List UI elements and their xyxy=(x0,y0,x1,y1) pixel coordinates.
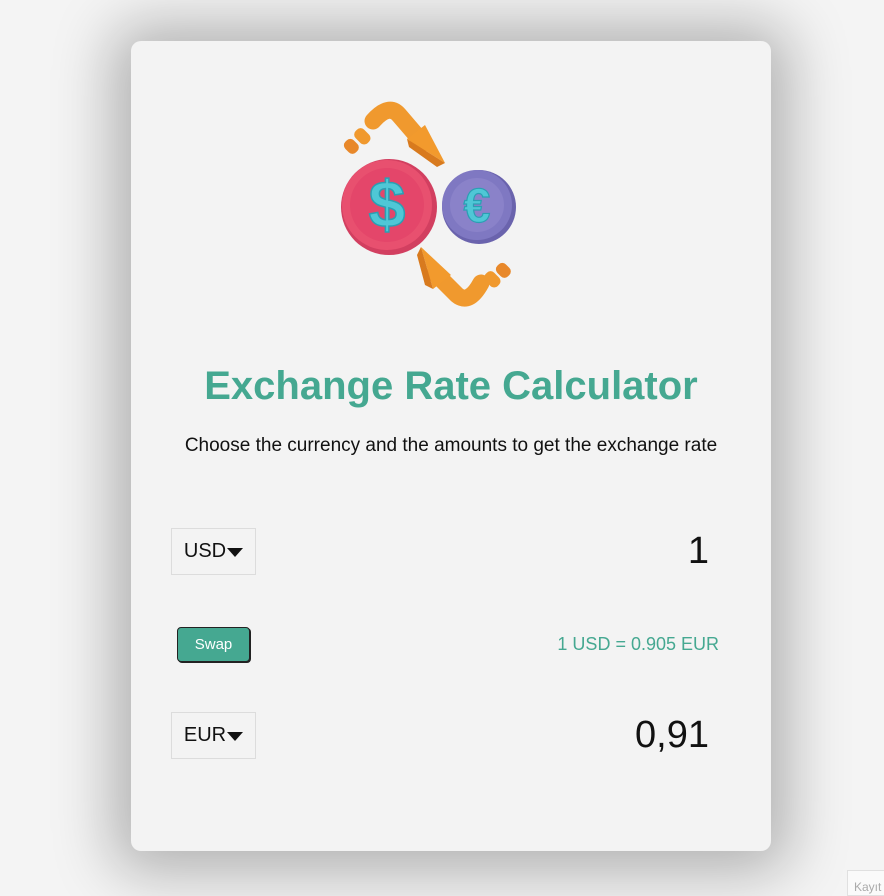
caret-down-icon xyxy=(227,548,244,557)
currency-one-value: USD xyxy=(183,540,227,562)
caret-down-icon xyxy=(227,732,244,741)
currency-one-select[interactable]: USD xyxy=(171,528,256,575)
swap-button[interactable]: Swap xyxy=(177,627,250,662)
exchange-rate-text: 1 USD = 0.905 EUR xyxy=(557,634,719,654)
svg-text:€: € xyxy=(464,180,491,233)
top-arrow-icon xyxy=(343,101,445,167)
page-subtitle: Choose the currency and the amounts to g… xyxy=(184,435,718,456)
currency-exchange-icon: $ € xyxy=(341,101,516,307)
euro-coin-icon: € xyxy=(442,170,516,244)
calculator-card: $ € Exchange Rate Calculator Choose the … xyxy=(131,41,771,851)
svg-text:$: $ xyxy=(369,167,406,241)
amount-one-input[interactable] xyxy=(509,528,709,575)
page-title: Exchange Rate Calculator xyxy=(204,364,698,408)
bottom-arrow-icon xyxy=(417,247,511,307)
dollar-coin-icon: $ xyxy=(341,159,437,255)
currency-two-select[interactable]: EUR xyxy=(171,712,256,759)
amount-two-input[interactable] xyxy=(509,712,709,759)
currency-two-value: EUR xyxy=(183,724,227,746)
corner-tab[interactable]: Kayıt xyxy=(847,870,884,896)
